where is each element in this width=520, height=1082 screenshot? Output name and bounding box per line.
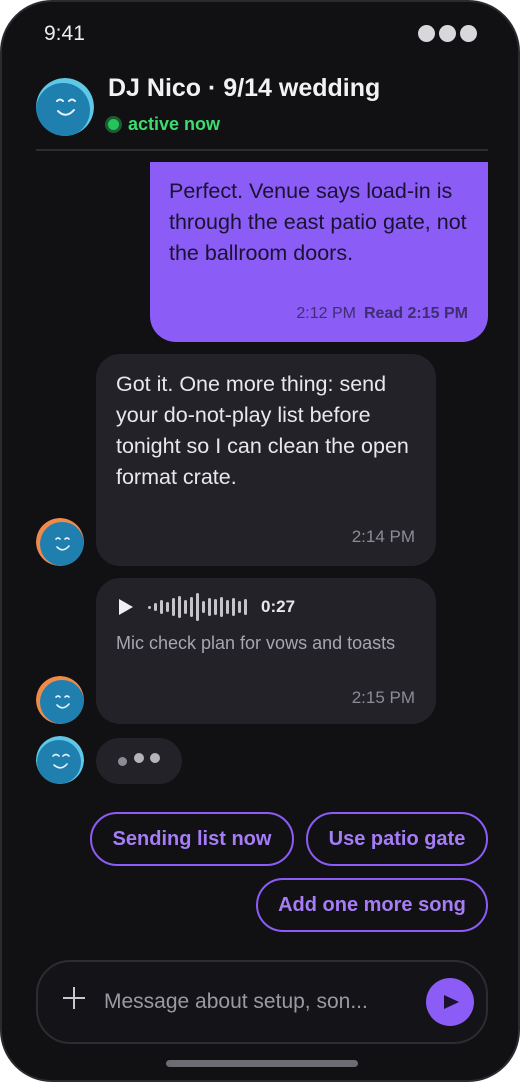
message-composer [36,960,488,1044]
status-dot-icon [439,25,456,42]
header-avatar[interactable] [36,78,94,136]
presence-label: active now [128,114,221,134]
smiling-avatar-icon [36,518,84,566]
voice-note-message[interactable]: 0:27 Mic check plan for vows and toasts … [96,578,436,724]
online-dot-icon [105,116,122,133]
waveform-icon[interactable] [148,592,247,622]
quick-reply-sending-list[interactable]: Sending list now [90,812,294,866]
quick-reply-add-song[interactable]: Add one more song [256,878,488,932]
typing-indicator [96,738,182,784]
status-icons [418,25,477,42]
outgoing-message[interactable]: Perfect. Venue says load-in is through t… [150,162,488,342]
voice-player: 0:27 [116,592,416,622]
send-button[interactable] [426,978,474,1026]
voice-caption: Mic check plan for vows and toasts [116,633,396,653]
smiling-avatar-icon [36,676,84,724]
voice-duration: 0:27 [261,597,296,616]
status-dot-icon [460,25,477,42]
status-time: 9:41 [44,22,85,45]
header-divider [36,149,488,151]
message-text: Got it. One more thing: send your do-not… [116,372,409,489]
plus-icon[interactable] [62,986,86,1010]
smiling-avatar-icon [36,78,94,136]
read-receipt: Read 2:15 PM [363,305,468,322]
message-meta: 2:12 PM Read 2:15 PM [296,305,468,323]
message-input[interactable] [104,982,416,1022]
message-time: 2:15 PM [351,688,415,707]
typing-dot-icon [150,753,160,763]
home-indicator[interactable] [166,1060,358,1067]
sender-avatar[interactable] [36,736,84,784]
incoming-message[interactable]: Got it. One more thing: send your do-not… [96,354,436,566]
quick-reply-use-patio-gate[interactable]: Use patio gate [306,812,488,866]
message-time: 2:14 PM [351,527,415,546]
phone-frame: 9:41 DJ Nico · 9/14 wedding active now P… [0,0,520,1082]
sender-avatar[interactable] [36,518,84,566]
smiling-avatar-icon [36,736,84,784]
play-icon[interactable] [119,599,133,615]
message-text: Perfect. Venue says load-in is through t… [169,179,467,265]
status-dot-icon [418,25,435,42]
chat-title[interactable]: DJ Nico · 9/14 wedding [108,74,380,103]
presence-status: active now [105,114,220,135]
send-icon [444,995,459,1009]
typing-dot-icon [118,757,127,766]
typing-dot-icon [134,753,144,763]
sender-avatar[interactable] [36,676,84,724]
message-time: 2:12 PM [296,305,356,322]
